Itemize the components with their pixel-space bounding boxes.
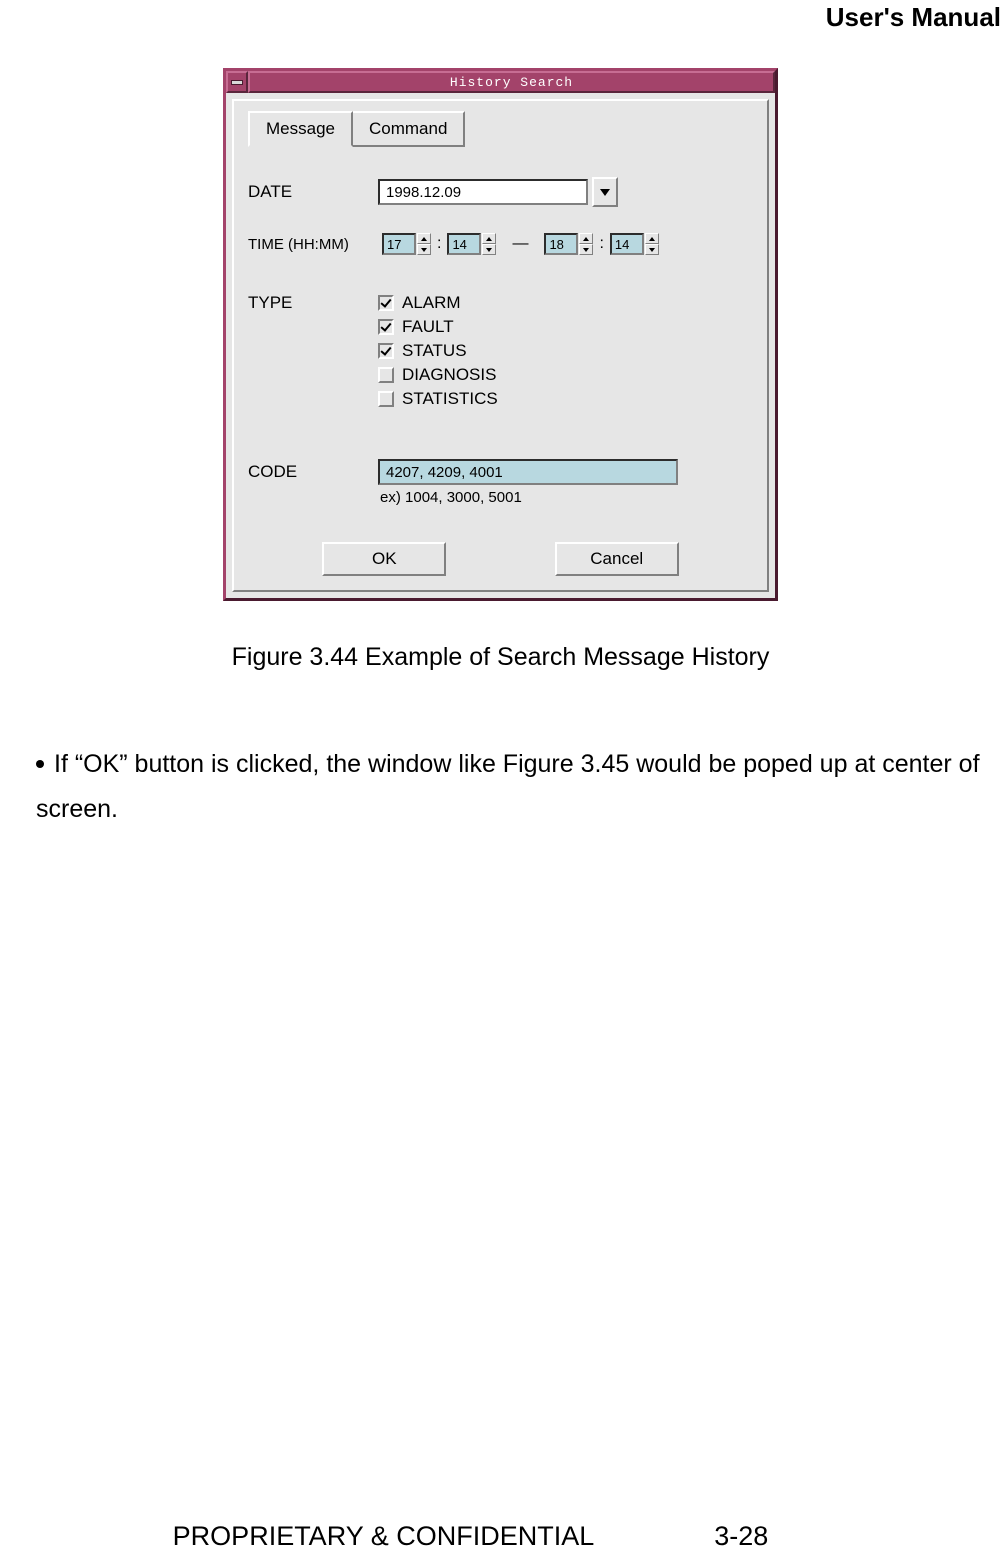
checkbox-icon xyxy=(378,391,394,407)
footer-left: PROPRIETARY & CONFIDENTIAL xyxy=(173,1521,595,1552)
footer-right: 3-28 xyxy=(714,1521,768,1552)
time-colon: : xyxy=(437,235,441,253)
date-label: DATE xyxy=(248,182,378,202)
page-footer: PROPRIETARY & CONFIDENTIAL 3-28 xyxy=(0,1521,1001,1552)
type-fault-label: FAULT xyxy=(402,317,454,337)
time-colon: : xyxy=(599,235,603,253)
time-from-mm[interactable] xyxy=(447,233,481,255)
type-statistics-checkbox[interactable]: STATISTICS xyxy=(378,389,498,409)
time-range-dash: — xyxy=(512,235,528,253)
code-input[interactable] xyxy=(378,459,678,485)
checkbox-icon xyxy=(378,367,394,383)
spin-down-icon[interactable] xyxy=(417,244,431,255)
checkbox-icon xyxy=(378,343,394,359)
spin-down-icon[interactable] xyxy=(579,244,593,255)
type-alarm-checkbox[interactable]: ALARM xyxy=(378,293,498,313)
type-fault-checkbox[interactable]: FAULT xyxy=(378,317,498,337)
type-alarm-label: ALARM xyxy=(402,293,461,313)
chevron-down-icon xyxy=(600,189,610,196)
type-checklist: ALARM FAULT STATUS xyxy=(378,293,498,409)
tab-message[interactable]: Message xyxy=(248,111,353,147)
time-to-hh[interactable] xyxy=(544,233,578,255)
type-status-checkbox[interactable]: STATUS xyxy=(378,341,498,361)
titlebar: History Search xyxy=(226,71,775,93)
spin-down-icon[interactable] xyxy=(645,244,659,255)
body-paragraph: If “OK” button is clicked, the window li… xyxy=(36,742,981,832)
type-diagnosis-checkbox[interactable]: DIAGNOSIS xyxy=(378,365,498,385)
spin-up-icon[interactable] xyxy=(579,233,593,244)
time-from-hh[interactable] xyxy=(382,233,416,255)
code-label: CODE xyxy=(248,462,378,482)
date-dropdown-button[interactable] xyxy=(592,177,618,207)
cancel-button[interactable]: Cancel xyxy=(555,542,679,576)
spin-down-icon[interactable] xyxy=(482,244,496,255)
type-statistics-label: STATISTICS xyxy=(402,389,498,409)
type-diagnosis-label: DIAGNOSIS xyxy=(402,365,496,385)
type-status-label: STATUS xyxy=(402,341,467,361)
tab-command[interactable]: Command xyxy=(351,111,465,147)
page-header: User's Manual xyxy=(826,2,1001,33)
figure-caption: Figure 3.44 Example of Search Message Hi… xyxy=(0,643,1001,672)
spin-up-icon[interactable] xyxy=(417,233,431,244)
window-menu-button[interactable] xyxy=(226,71,248,93)
ok-button[interactable]: OK xyxy=(322,542,446,576)
spin-up-icon[interactable] xyxy=(645,233,659,244)
window-title: History Search xyxy=(248,71,775,93)
tab-bar: Message Command xyxy=(248,111,753,147)
checkbox-icon xyxy=(378,295,394,311)
bullet-icon xyxy=(36,760,44,768)
date-input[interactable] xyxy=(378,179,588,205)
code-example: ex) 1004, 3000, 5001 xyxy=(380,489,753,506)
spin-up-icon[interactable] xyxy=(482,233,496,244)
time-to-mm[interactable] xyxy=(610,233,644,255)
history-search-dialog: History Search Message Command DATE xyxy=(223,68,778,601)
time-label: TIME (HH:MM) xyxy=(248,236,378,253)
type-label: TYPE xyxy=(248,293,378,313)
checkbox-icon xyxy=(378,319,394,335)
